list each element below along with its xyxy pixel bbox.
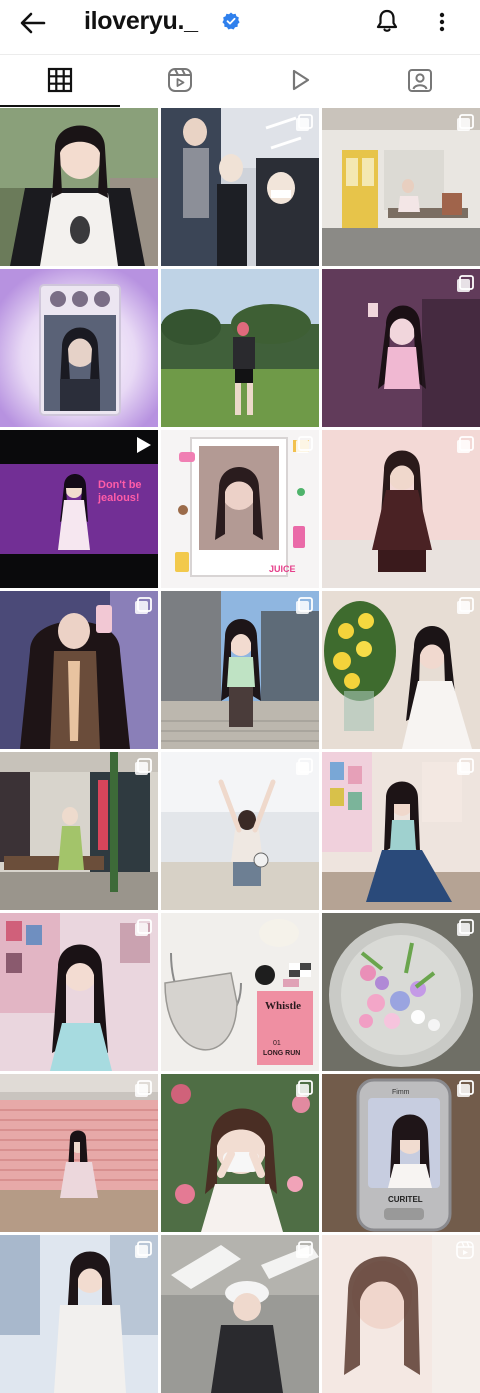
post-thumbnail[interactable]: [322, 108, 480, 266]
bell-icon[interactable]: [373, 7, 401, 35]
post-thumbnail[interactable]: [161, 269, 319, 427]
post-thumbnail[interactable]: [322, 591, 480, 749]
svg-text:JUICE: JUICE: [269, 564, 296, 574]
post-thumbnail[interactable]: [0, 913, 158, 1071]
tab-posts-grid[interactable]: [0, 55, 120, 107]
multiple-posts-icon: [135, 1241, 152, 1258]
multiple-posts-icon: [135, 597, 152, 614]
multiple-posts-icon: [296, 436, 313, 453]
posts-grid: Don't be jealous! JUICE Whistle 01 LONG …: [0, 108, 480, 1393]
post-thumbnail[interactable]: [322, 1235, 480, 1393]
post-thumbnail[interactable]: [322, 752, 480, 910]
tab-tagged[interactable]: [360, 55, 480, 105]
svg-text:jealous!: jealous!: [97, 492, 140, 504]
post-thumbnail[interactable]: JUICE: [161, 430, 319, 588]
verified-badge-icon: [222, 12, 240, 30]
tab-reels[interactable]: [120, 55, 240, 105]
multiple-posts-icon: [457, 436, 474, 453]
post-image: [161, 269, 319, 427]
multiple-posts-icon: [296, 597, 313, 614]
play-icon: [292, 69, 310, 91]
multiple-posts-icon: [135, 919, 152, 936]
svg-text:Fimm: Fimm: [392, 1089, 410, 1096]
more-options-icon[interactable]: [432, 9, 452, 37]
multiple-posts-icon: [296, 1080, 313, 1097]
multiple-posts-icon: [457, 275, 474, 292]
multiple-posts-icon: [457, 597, 474, 614]
multiple-posts-icon: [296, 114, 313, 131]
svg-text:CURITEL: CURITEL: [388, 1195, 423, 1204]
svg-text:01: 01: [273, 1040, 281, 1047]
multiple-posts-icon: [457, 758, 474, 775]
post-thumbnail[interactable]: [0, 1235, 158, 1393]
post-thumbnail[interactable]: [322, 913, 480, 1071]
post-thumbnail[interactable]: [0, 108, 158, 266]
reels-badge-icon: [456, 1241, 474, 1259]
multiple-posts-icon: [296, 1241, 313, 1258]
profile-username: iloveryu._: [84, 7, 198, 35]
svg-text:LONG RUN: LONG RUN: [263, 1050, 300, 1057]
multiple-posts-icon: [135, 758, 152, 775]
profile-tabs: [0, 54, 480, 107]
svg-text:Don't be: Don't be: [98, 479, 142, 491]
post-thumbnail[interactable]: Whistle 01 LONG RUN: [161, 913, 319, 1071]
multiple-posts-icon: [135, 1080, 152, 1097]
post-image: [0, 269, 158, 427]
multiple-posts-icon: [457, 919, 474, 936]
tagged-icon: [408, 69, 432, 92]
multiple-posts-icon: [457, 114, 474, 131]
post-thumbnail[interactable]: [161, 108, 319, 266]
svg-text:Whistle: Whistle: [265, 1000, 301, 1012]
post-thumbnail[interactable]: [161, 1235, 319, 1393]
post-thumbnail[interactable]: [0, 269, 158, 427]
post-thumbnail[interactable]: [161, 591, 319, 749]
post-thumbnail[interactable]: [0, 591, 158, 749]
back-arrow-icon[interactable]: [18, 8, 48, 38]
profile-header: iloveryu._: [0, 0, 480, 46]
multiple-posts-icon: [457, 1080, 474, 1097]
video-post-icon: [137, 437, 151, 453]
multiple-posts-icon: [296, 758, 313, 775]
post-thumbnail[interactable]: [0, 1074, 158, 1232]
post-image: [0, 108, 158, 266]
post-thumbnail[interactable]: Fimm CURITEL: [322, 1074, 480, 1232]
post-thumbnail[interactable]: [161, 752, 319, 910]
post-thumbnail[interactable]: [322, 269, 480, 427]
post-thumbnail[interactable]: [322, 430, 480, 588]
grid-icon: [47, 67, 73, 93]
tab-videos[interactable]: [240, 55, 360, 105]
post-thumbnail[interactable]: Don't be jealous!: [0, 430, 158, 588]
post-thumbnail[interactable]: [0, 752, 158, 910]
post-thumbnail[interactable]: [161, 1074, 319, 1232]
reels-icon: [168, 68, 192, 92]
post-image: Whistle 01 LONG RUN: [161, 913, 319, 1071]
